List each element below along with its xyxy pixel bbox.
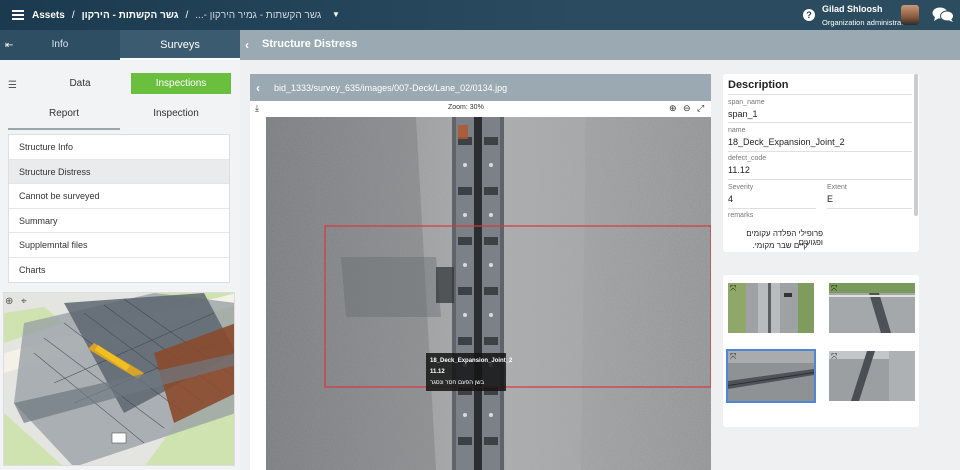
span-name-label: span_name: [728, 99, 765, 106]
data-button[interactable]: Data: [30, 73, 130, 94]
page-title: Structure Distress: [262, 38, 358, 50]
user-info[interactable]: Gilad Shloosh Organization administrator: [822, 4, 910, 27]
description-scrollbar[interactable]: [914, 74, 918, 216]
tooltip-name: 18_Deck_Expansion_Joint_2: [430, 358, 513, 364]
tab-info[interactable]: Info: [40, 30, 80, 60]
help-icon[interactable]: ?: [803, 9, 815, 21]
sign-out-icon[interactable]: ⇤: [5, 40, 13, 51]
fullscreen-icon[interactable]: ⤢: [697, 103, 704, 114]
description-panel: Description span_name span_1 name 18_Dec…: [723, 74, 919, 252]
inspections-button[interactable]: Inspections: [131, 73, 231, 94]
menu-item-cannot-be-surveyed[interactable]: Cannot be surveyed: [9, 184, 229, 209]
severity-value: 4: [728, 194, 734, 204]
expand-icon[interactable]: ⤧: [730, 284, 736, 294]
tab-inspection[interactable]: Inspection: [120, 108, 232, 130]
breadcrumb-separator: /: [71, 9, 75, 21]
list-icon[interactable]: ☰: [8, 80, 17, 91]
span-name-value: span_1: [728, 109, 758, 119]
chevron-left-icon[interactable]: ‹: [245, 38, 249, 52]
image-path-bar: ‹ bid_1333/survey_635/images/007-Deck/La…: [250, 74, 711, 101]
zoom-level: Zoom: 30%: [448, 104, 484, 111]
chat-icon[interactable]: [932, 7, 954, 23]
main-header: ‹ Structure Distress: [240, 30, 960, 60]
3d-bridge-model[interactable]: [4, 293, 235, 466]
breadcrumb-assets[interactable]: Assets: [32, 10, 65, 21]
top-bar: Assets / גשר הקשתות - הירקון / גשר הקשתו…: [0, 0, 960, 30]
defect-code-value: 11.12: [728, 165, 750, 175]
menu-item-structure-distress[interactable]: Structure Distress: [9, 159, 229, 184]
expand-icon[interactable]: ⤧: [831, 352, 837, 362]
globe-icon[interactable]: ⊕: [5, 296, 13, 307]
menu-item-structure-info[interactable]: Structure Info: [9, 135, 229, 160]
chevron-left-icon[interactable]: ‹: [256, 81, 260, 95]
name-value: 18_Deck_Expansion_Joint_2: [728, 137, 845, 147]
severity-label: Severity: [728, 184, 754, 191]
description-heading: Description: [728, 79, 789, 91]
expand-icon[interactable]: ⤧: [831, 284, 837, 294]
breadcrumb-bridge[interactable]: גשר הקשתות - הירקון: [82, 10, 179, 21]
hamburger-menu-icon[interactable]: [12, 10, 24, 20]
tooltip-note: בשן הפעם חסר ונסגר: [430, 380, 485, 386]
left-panel: ☰ Data Inspections Report Inspection Str…: [0, 60, 240, 470]
crosshair-icon[interactable]: ⌖: [21, 296, 27, 307]
remarks-label: remarks: [728, 212, 754, 219]
extent-label: Extent: [827, 184, 847, 191]
menu-item-charts[interactable]: Charts: [9, 258, 229, 283]
user-role: Organization administrator: [822, 18, 910, 27]
expand-icon[interactable]: ⤧: [730, 352, 736, 362]
defect-code-label: defect_code: [728, 155, 767, 162]
thumbnail-gallery: ⤧ ⤧ ⤧ ⤧: [723, 275, 919, 427]
chevron-down-icon[interactable]: ▼: [332, 10, 340, 19]
thumbnail-3-selected[interactable]: ⤧: [726, 349, 816, 403]
image-viewer: ‹ bid_1333/survey_635/images/007-Deck/La…: [250, 74, 711, 470]
avatar[interactable]: [901, 5, 919, 25]
name-label: name: [728, 127, 746, 134]
menu-item-summary[interactable]: Summary: [9, 209, 229, 233]
breadcrumb: Assets / גשר הקשתות - הירקון / גשר הקשתו…: [32, 10, 321, 21]
image-path: bid_1333/survey_635/images/007-Deck/Lane…: [274, 83, 508, 93]
menu-item-supplemental-files[interactable]: Supplemntal files: [9, 233, 229, 258]
user-name: Gilad Shloosh: [822, 4, 883, 14]
inspection-photo[interactable]: 18_Deck_Expansion_Joint_2 11.12 בשן הפעם…: [266, 117, 711, 470]
thumbnail-4[interactable]: ⤧: [829, 351, 915, 401]
download-icon[interactable]: ⤓: [255, 103, 259, 114]
report-menu: Structure Info Structure Distress Cannot…: [8, 134, 230, 283]
thumbnail-2[interactable]: ⤧: [829, 283, 915, 333]
remarks-line-2: קיים שבר מקומי.: [752, 241, 809, 250]
zoom-in-icon[interactable]: ⊕: [669, 103, 677, 114]
3d-model-view[interactable]: [3, 292, 235, 466]
tab-surveys[interactable]: Surveys: [120, 30, 240, 60]
tooltip-code: 11.12: [430, 369, 445, 375]
zoom-out-icon[interactable]: ⊖: [683, 103, 691, 114]
thumbnail-1[interactable]: ⤧: [728, 283, 814, 333]
breadcrumb-structure[interactable]: גשר הקשתות - גמיר הירקון -...: [195, 10, 321, 21]
defect-tooltip: 18_Deck_Expansion_Joint_2 11.12 בשן הפעם…: [426, 353, 513, 391]
breadcrumb-separator: /: [185, 9, 189, 21]
left-panel-header: ⇤ Info Surveys: [0, 30, 240, 60]
tab-report[interactable]: Report: [8, 108, 120, 130]
extent-value: E: [827, 194, 834, 204]
viewer-toolbar: ⤓ Zoom: 30% ⊕ ⊖ ⤢: [250, 101, 711, 117]
